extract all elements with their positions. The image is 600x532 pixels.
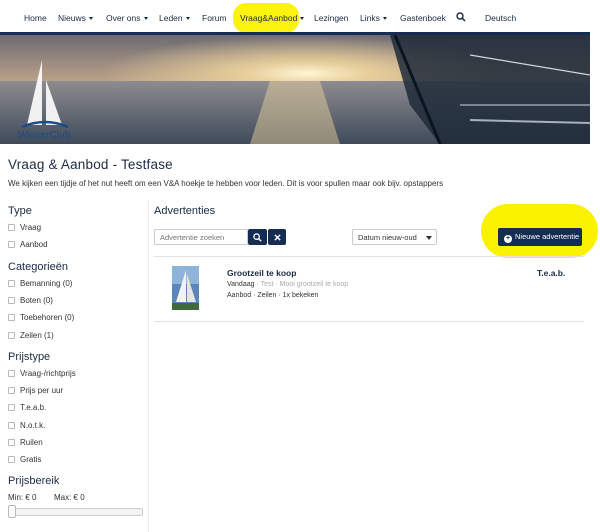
filter-cat-zeilen[interactable]: Zeilen (1) <box>8 331 54 340</box>
listings-heading: Advertenties <box>154 205 216 217</box>
checkbox-label: Ruilen <box>20 438 43 447</box>
filter-heading-type: Type <box>8 205 32 217</box>
checkbox-label: Toebehoren (0) <box>20 313 75 322</box>
sort-select[interactable]: Datum nieuw-oud <box>352 229 437 245</box>
caret-down-icon <box>300 17 305 20</box>
caret-down-icon <box>143 17 148 20</box>
sort-selected-label: Datum nieuw-oud <box>358 233 417 242</box>
nav-label: Vraag&Aanbod <box>240 13 298 23</box>
nav-lezingen[interactable]: Lezingen <box>314 13 349 23</box>
filter-price-teab[interactable]: T.e.a.b. <box>8 403 46 412</box>
top-nav: Home Nieuws Over ons Leden Forum Vraag&A… <box>0 0 600 33</box>
close-icon <box>273 233 281 241</box>
checkbox-label: Boten (0) <box>20 296 53 305</box>
page-title: Vraag & Aanbod - Testfase <box>8 157 173 172</box>
filter-heading-price-range: Prijsbereik <box>8 475 60 487</box>
filter-price-per-uur[interactable]: Prijs per uur <box>8 386 63 395</box>
filter-cat-bemanning[interactable]: Bemanning (0) <box>8 279 72 288</box>
filter-heading-price-type: Prijstype <box>8 351 51 363</box>
new-listing-label: Nieuwe advertentie <box>515 232 580 241</box>
nav-links[interactable]: Links <box>360 13 387 23</box>
checkbox-label: Vraag-/richtprijs <box>20 369 76 378</box>
checkbox[interactable] <box>8 370 15 377</box>
price-range-slider[interactable] <box>8 508 143 516</box>
listing-date: Vandaag <box>227 281 255 288</box>
nav-label: Home <box>24 13 47 23</box>
checkbox[interactable] <box>8 280 15 287</box>
search-icon[interactable] <box>456 12 466 22</box>
filter-cat-toebehoren[interactable]: Toebehoren (0) <box>8 313 74 322</box>
new-listing-button[interactable]: + Nieuwe advertentie <box>498 228 582 246</box>
checkbox[interactable] <box>8 314 15 321</box>
page-description: We kijken een tijdje of het nut heeft om… <box>8 179 444 188</box>
filter-type-aanbod[interactable]: Aanbod <box>8 240 48 249</box>
plus-icon: + <box>504 235 512 243</box>
nav-over-ons[interactable]: Over ons <box>106 13 148 23</box>
logo-text: WinnerClub <box>18 130 71 141</box>
sidebar-divider <box>148 200 149 532</box>
checkbox-label: Vraag <box>20 223 42 232</box>
filter-heading-categories: Categorieën <box>8 261 68 273</box>
nav-label: Lezingen <box>314 13 349 23</box>
nav-forum[interactable]: Forum <box>202 13 227 23</box>
search-button[interactable] <box>248 229 267 245</box>
nav-label: Deutsch <box>485 13 517 23</box>
listing-price: T.e.a.b. <box>537 268 566 278</box>
checkbox[interactable] <box>8 422 15 429</box>
nav-deutsch[interactable]: Deutsch <box>485 13 516 23</box>
checkbox-label: Zeilen (1) <box>20 331 54 340</box>
checkbox[interactable] <box>8 439 15 446</box>
checkbox[interactable] <box>8 241 15 248</box>
price-min-label: Min: € 0 <box>8 493 37 502</box>
checkbox-label: Gratis <box>20 455 42 464</box>
checkbox[interactable] <box>8 224 15 231</box>
nav-leden[interactable]: Leden <box>159 13 190 23</box>
nav-home[interactable]: Home <box>24 13 47 23</box>
filter-price-gratis[interactable]: Gratis <box>8 455 41 464</box>
checkbox[interactable] <box>8 456 15 463</box>
checkbox[interactable] <box>8 387 15 394</box>
filter-cat-boten[interactable]: Boten (0) <box>8 296 53 305</box>
checkbox-label: Aanbod <box>20 240 48 249</box>
price-range-handle[interactable] <box>8 505 16 518</box>
listing-meta: Vandaag · Test · Mooi grootzeil te koop <box>227 281 348 288</box>
caret-down-icon <box>88 17 93 20</box>
nav-nieuws[interactable]: Nieuws <box>58 13 93 23</box>
nav-label: Gastenboek <box>400 13 446 23</box>
checkbox-label: T.e.a.b. <box>20 403 47 412</box>
nav-label: Forum <box>202 13 227 23</box>
nav-label: Leden <box>159 13 183 23</box>
caret-down-icon <box>185 17 190 20</box>
checkbox[interactable] <box>8 297 15 304</box>
chevron-down-icon <box>426 236 432 240</box>
filter-type-vraag[interactable]: Vraag <box>8 223 41 232</box>
filter-price-ruilen[interactable]: Ruilen <box>8 438 43 447</box>
nav-label: Nieuws <box>58 13 86 23</box>
checkbox[interactable] <box>8 332 15 339</box>
price-max-label: Max: € 0 <box>54 493 85 502</box>
sunset-sea-image: WinnerClub <box>0 35 590 144</box>
filter-price-vraag[interactable]: Vraag-/richtprijs <box>8 369 76 378</box>
nav-gastenboek[interactable]: Gastenboek <box>400 13 446 23</box>
listing-tags: Aanbod · Zeilen · 1x bekeken <box>227 292 319 299</box>
nav-label: Over ons <box>106 13 141 23</box>
nav-label: Links <box>360 13 380 23</box>
nav-vraag-aanbod[interactable]: Vraag&Aanbod <box>240 13 305 23</box>
checkbox-label: N.o.t.k. <box>20 421 46 430</box>
checkbox-label: Prijs per uur <box>20 386 64 395</box>
listing-title[interactable]: Grootzeil te koop <box>227 268 296 278</box>
listing-item[interactable]: Grootzeil te koop Vandaag · Test · Mooi … <box>154 256 584 322</box>
hero-banner: WinnerClub <box>0 32 590 144</box>
listing-summary: · Test · Mooi grootzeil te koop <box>254 281 349 288</box>
caret-down-icon <box>382 17 387 20</box>
clear-search-button[interactable] <box>268 229 286 245</box>
checkbox-label: Bemanning (0) <box>20 279 73 288</box>
checkbox[interactable] <box>8 404 15 411</box>
listing-search-input[interactable] <box>154 229 248 245</box>
search-icon <box>253 232 262 242</box>
filter-price-notk[interactable]: N.o.t.k. <box>8 421 45 430</box>
listing-thumbnail[interactable] <box>172 266 199 310</box>
